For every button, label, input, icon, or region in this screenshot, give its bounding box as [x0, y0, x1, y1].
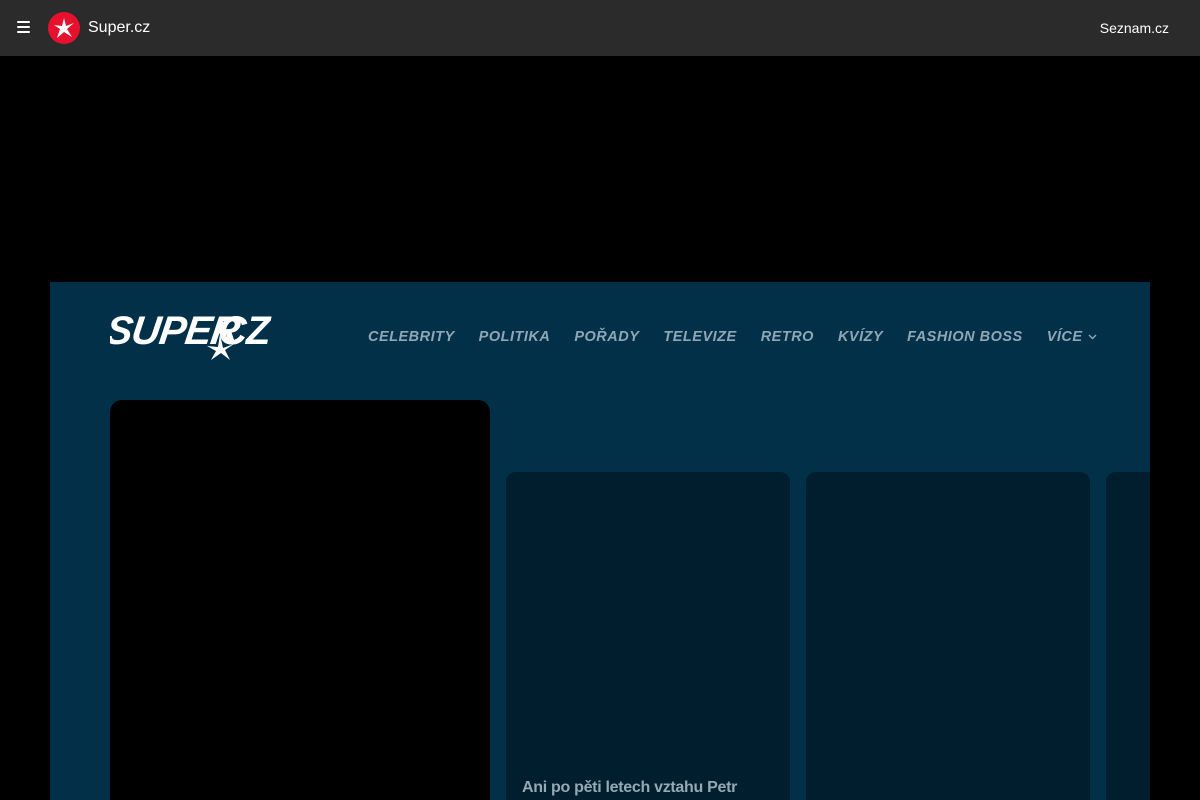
seznam-link[interactable]: Seznam.cz	[1100, 20, 1169, 36]
nav-item-fashion-boss[interactable]: FASHION BOSS	[907, 329, 1023, 345]
super-cz-logo[interactable]: SUPER CZ	[103, 304, 273, 364]
video-player-card[interactable]	[110, 400, 490, 800]
nav-item-porady[interactable]: POŘADY	[574, 329, 639, 345]
chevron-down-icon	[1088, 334, 1097, 340]
svg-text:CZ: CZ	[218, 309, 272, 353]
nav-item-televize[interactable]: TELEVIZE	[663, 329, 736, 345]
seznam-topbar: Super.cz Seznam.cz	[0, 0, 1200, 56]
article-card[interactable]	[806, 472, 1090, 800]
site-container: SUPER CZ CELEBRITY POLITIKA POŘADY TELEV…	[50, 282, 1150, 800]
brand-name-link[interactable]: Super.cz	[88, 19, 150, 37]
article-card[interactable]	[1106, 472, 1150, 800]
nav-item-politika[interactable]: POLITIKA	[479, 329, 551, 345]
nav-item-vice-label: VÍCE	[1046, 329, 1083, 345]
nav-item-vice[interactable]: VÍCE	[1047, 329, 1097, 345]
hamburger-icon[interactable]	[17, 21, 31, 35]
ad-banner-area	[0, 56, 1200, 282]
nav-item-kvizy[interactable]: KVÍZY	[838, 329, 883, 345]
article-card-title[interactable]: Ani po pěti letech vztahu Petr	[522, 777, 774, 798]
nav-item-retro[interactable]: RETRO	[761, 329, 814, 345]
main-nav: CELEBRITY POLITIKA POŘADY TELEVIZE RETRO…	[368, 329, 1097, 345]
article-card[interactable]: Ani po pěti letech vztahu Petr	[506, 472, 790, 800]
super-star-icon[interactable]	[48, 12, 80, 44]
nav-item-celebrity[interactable]: CELEBRITY	[368, 329, 455, 345]
